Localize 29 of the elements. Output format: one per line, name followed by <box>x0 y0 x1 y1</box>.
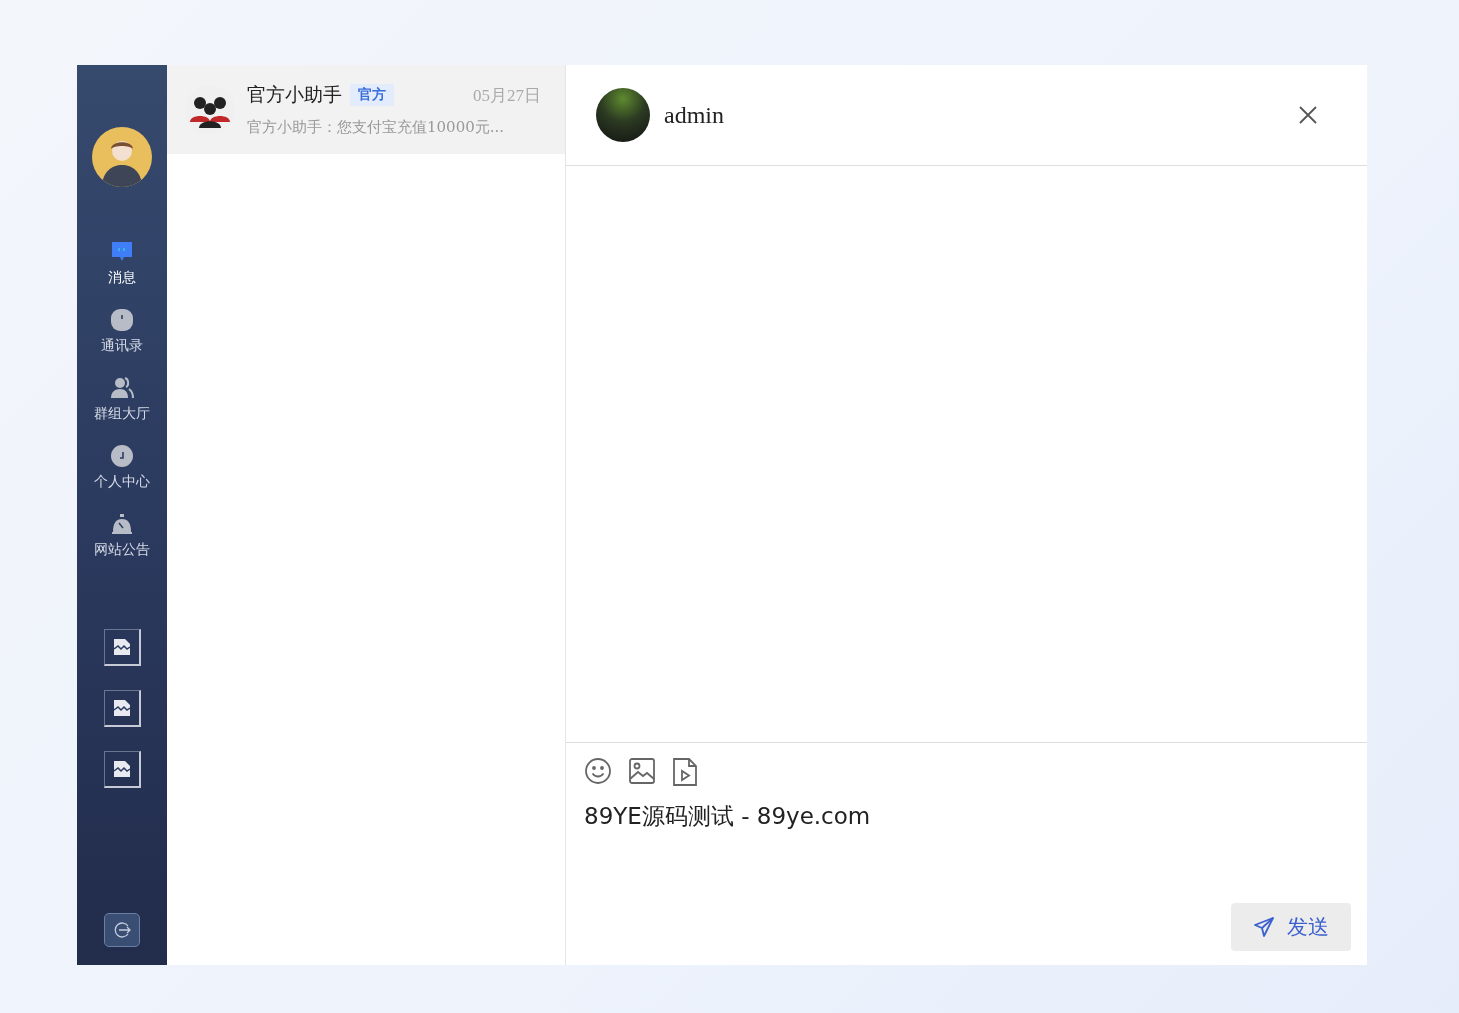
broken-image-icon[interactable] <box>103 751 141 788</box>
send-button[interactable]: 发送 <box>1231 903 1351 951</box>
broken-image-icon[interactable] <box>103 690 141 727</box>
emoji-icon[interactable] <box>584 757 612 787</box>
photo-placeholder <box>596 88 650 142</box>
message-date: 05月27日 <box>473 84 541 107</box>
nav-item[interactable]: 个人中心 <box>94 443 150 491</box>
logout-icon <box>113 921 131 939</box>
contacts-icon <box>109 307 135 333</box>
send-icon <box>1253 916 1275 938</box>
users-icon <box>109 375 135 401</box>
nav-item[interactable]: 通讯录 <box>101 307 143 355</box>
bell-icon <box>109 511 135 537</box>
close-button[interactable] <box>1299 106 1317 124</box>
image-icon[interactable] <box>628 757 656 787</box>
conversation-item[interactable]: 官方小助手 官方 05月27日 官方小助手：您支付宝充值10000元... <box>167 65 565 154</box>
video-file-icon[interactable] <box>672 757 698 787</box>
nav-item[interactable]: 网站公告 <box>94 511 150 559</box>
clock-icon <box>109 443 135 469</box>
nav-item[interactable]: 消息 <box>108 239 136 287</box>
chat-title: admin <box>664 101 724 129</box>
contact-name: 官方小助手 <box>247 82 342 107</box>
broken-image-icon[interactable] <box>103 629 141 666</box>
nav-item[interactable]: 群组大厅 <box>94 375 150 423</box>
message-preview: 官方小助手：您支付宝充值10000元... <box>247 118 506 137</box>
user-avatar[interactable] <box>92 127 152 187</box>
logout-button[interactable] <box>104 913 140 947</box>
official-tag: 官方 <box>350 84 394 106</box>
message-input[interactable]: 89YE源码测试 - 89ye.com <box>584 801 1351 903</box>
